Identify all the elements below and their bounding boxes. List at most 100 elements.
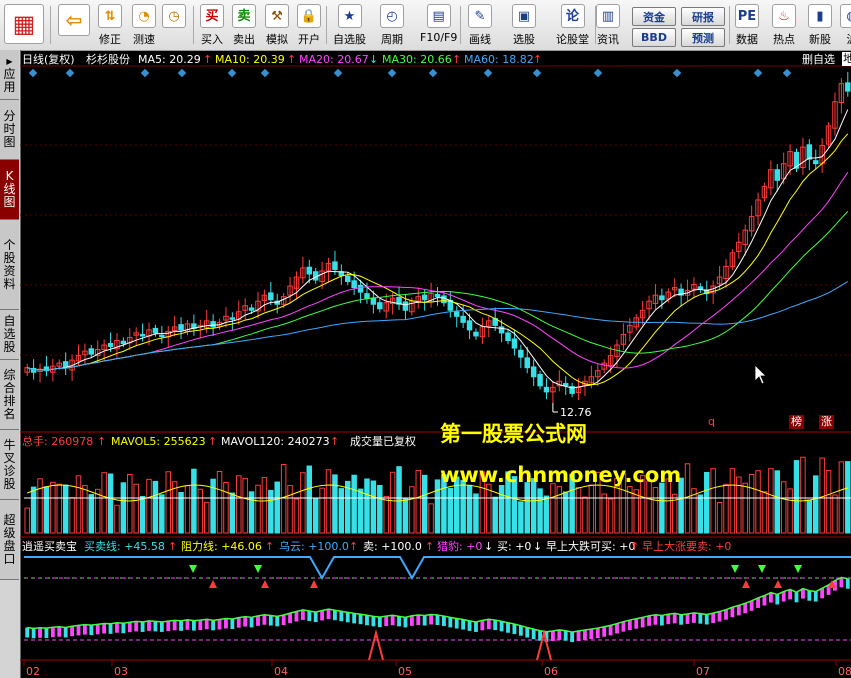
hunt-label: 猎豹: +0 [437,540,483,553]
diamond-marker [428,68,438,78]
candle-body [377,302,383,310]
candle-body [120,340,127,345]
candle-body [229,317,236,320]
diamond-marker [782,68,792,78]
x-axis-tick-label: 08 [838,665,851,678]
volume-bar [812,475,819,534]
volume-bar [588,484,595,534]
volume-bar [518,501,524,534]
candle-body [697,286,704,290]
sell-signal-arrow-icon [794,565,802,573]
volume-bar [287,485,293,534]
candle-body [210,321,216,328]
remove-watchlist-link[interactable]: 删自选 [802,53,835,67]
ma10-up-arrow-icon: ↑ [287,53,297,66]
mavol120-arrow-icon: ↑ [330,435,340,448]
volume-bar [755,470,761,534]
morning-rise-label: 早上大涨要卖: +0 [642,540,732,553]
volume-bar [742,482,748,534]
volume-bar [88,494,95,534]
ma5-label: MA5: 20.29 [138,53,201,66]
edge-tab[interactable]: 地 [842,52,851,66]
bang-badge[interactable]: 榜 [789,415,804,429]
volume-bar [191,468,197,534]
candle-body [659,295,665,301]
volume-bar [697,494,704,534]
volume-bar [729,468,736,534]
volume-bar [319,487,325,534]
volume-bar [607,498,614,534]
candle-body [441,295,447,304]
volume-bar [223,481,229,534]
volume-bar [152,480,159,534]
x-axis-tick-label: 06 [544,665,558,678]
ma30-label: MA30: 20.66 [382,53,452,66]
volume-bar [370,480,377,534]
candle-body [345,275,351,283]
diamond-marker [532,68,542,78]
diamond-marker [28,68,38,78]
volume-bar [806,499,813,534]
volume-bar [659,482,665,534]
volume-bar [421,474,428,534]
volume-bar [466,484,473,534]
diamond-marker [177,68,187,78]
diamond-marker [672,68,682,78]
ma10-label: MA10: 20.39 [215,53,285,66]
morning-drop-arrow-icon: ↑ [630,540,640,553]
volume-bar [197,488,204,534]
volume-bar [845,461,851,534]
vol-total-arrow-icon: ↑ [97,435,107,448]
volume-bar [838,461,845,534]
volume-bar [383,495,389,534]
candle-body [537,373,543,387]
volume-bar [633,489,639,534]
volume-bar [402,497,409,534]
volume-bar [787,488,793,534]
buy-signal-arrow-icon [742,580,750,588]
candle-body [530,366,537,378]
zhang-badge[interactable]: 涨 [819,415,834,429]
volume-bar [524,482,530,534]
ma5-line [27,109,849,389]
volume-bar [396,466,402,534]
volume-bar [774,470,781,534]
volume-bar [537,488,543,534]
volume-bar [165,471,171,534]
watermark-title: 第一股票公式网 [440,422,587,446]
ma20-down-arrow-icon: ↓ [369,53,379,66]
volume-bar [280,464,287,534]
candle-body [107,343,114,348]
volume-bar [43,486,50,534]
candle-body [518,349,524,358]
sell-signal-arrow-icon [758,565,766,573]
candle-body [434,293,441,298]
diamond-marker [753,68,763,78]
candle-body [806,144,813,160]
volume-bar [364,478,370,534]
ma60-up-arrow-icon: ↑ [533,53,543,66]
volume-bar [409,486,415,534]
candle-body [812,160,819,165]
ma20-line [27,172,849,371]
volume-bar [351,474,357,534]
volume-bar [306,465,313,534]
volume-bar [236,475,242,534]
mavol5-label: MAVOL5: 255623 [111,435,206,448]
volume-bar [819,457,825,534]
volume-bar [184,485,191,534]
volume-bar [832,494,838,534]
x-axis-tick-label: 05 [398,665,412,678]
volume-bar [460,479,466,534]
x-axis-tick-label: 07 [696,665,710,678]
candle-body [466,320,473,331]
resist-arrow-icon: ↑ [265,540,275,553]
watermark-url: www.chnmoney.com [440,463,682,487]
x-axis-tick-label: 02 [26,665,40,678]
volume-bar [178,492,184,534]
volume-bar [101,472,107,534]
volume-bar [723,483,729,534]
kline-chart[interactable]: 02 03 04 05 06 07 08 [0,0,851,678]
candle-body [152,327,159,334]
mouse-cursor-icon [754,364,767,385]
